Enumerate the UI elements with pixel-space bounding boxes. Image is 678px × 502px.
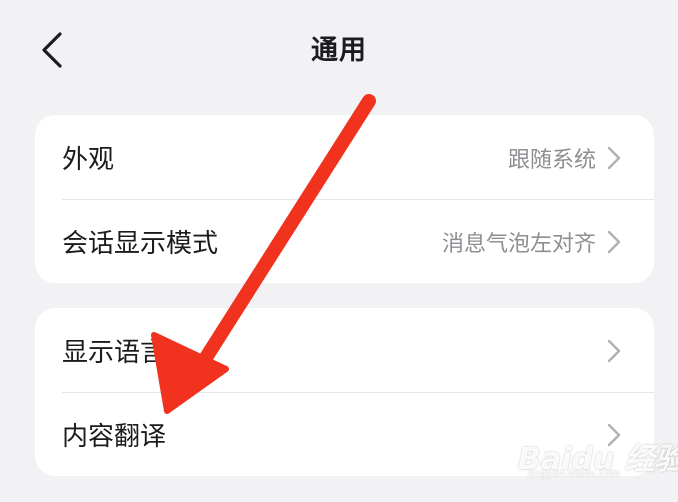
- row-chat-display-mode[interactable]: 会话显示模式 消息气泡左对齐: [35, 199, 654, 283]
- chevron-right-icon: [607, 339, 621, 363]
- settings-group-language: 显示语言 内容翻译: [35, 308, 654, 476]
- row-display-language[interactable]: 显示语言: [35, 308, 654, 392]
- chevron-right-icon: [607, 230, 621, 254]
- navigation-bar: 通用: [0, 0, 678, 100]
- row-label: 显示语言: [62, 338, 167, 368]
- chevron-right-icon: [607, 146, 621, 170]
- row-label: 内容翻译: [62, 422, 167, 452]
- row-value: 消息气泡左对齐: [441, 232, 596, 257]
- settings-group-display: 外观 跟随系统 会话显示模式 消息气泡左对齐: [35, 115, 654, 283]
- chevron-right-icon: [607, 423, 621, 447]
- general-settings-screen: 通用 外观 跟随系统 会话显示模式 消息气泡左对齐 显示语言 内容翻译 Baid…: [0, 0, 678, 502]
- row-label: 会话显示模式: [62, 229, 219, 259]
- row-content-translation[interactable]: 内容翻译: [35, 392, 654, 476]
- row-appearance[interactable]: 外观 跟随系统: [35, 115, 654, 199]
- page-title: 通用: [311, 35, 367, 66]
- row-value: 跟随系统: [507, 148, 596, 173]
- row-label: 外观: [62, 145, 115, 175]
